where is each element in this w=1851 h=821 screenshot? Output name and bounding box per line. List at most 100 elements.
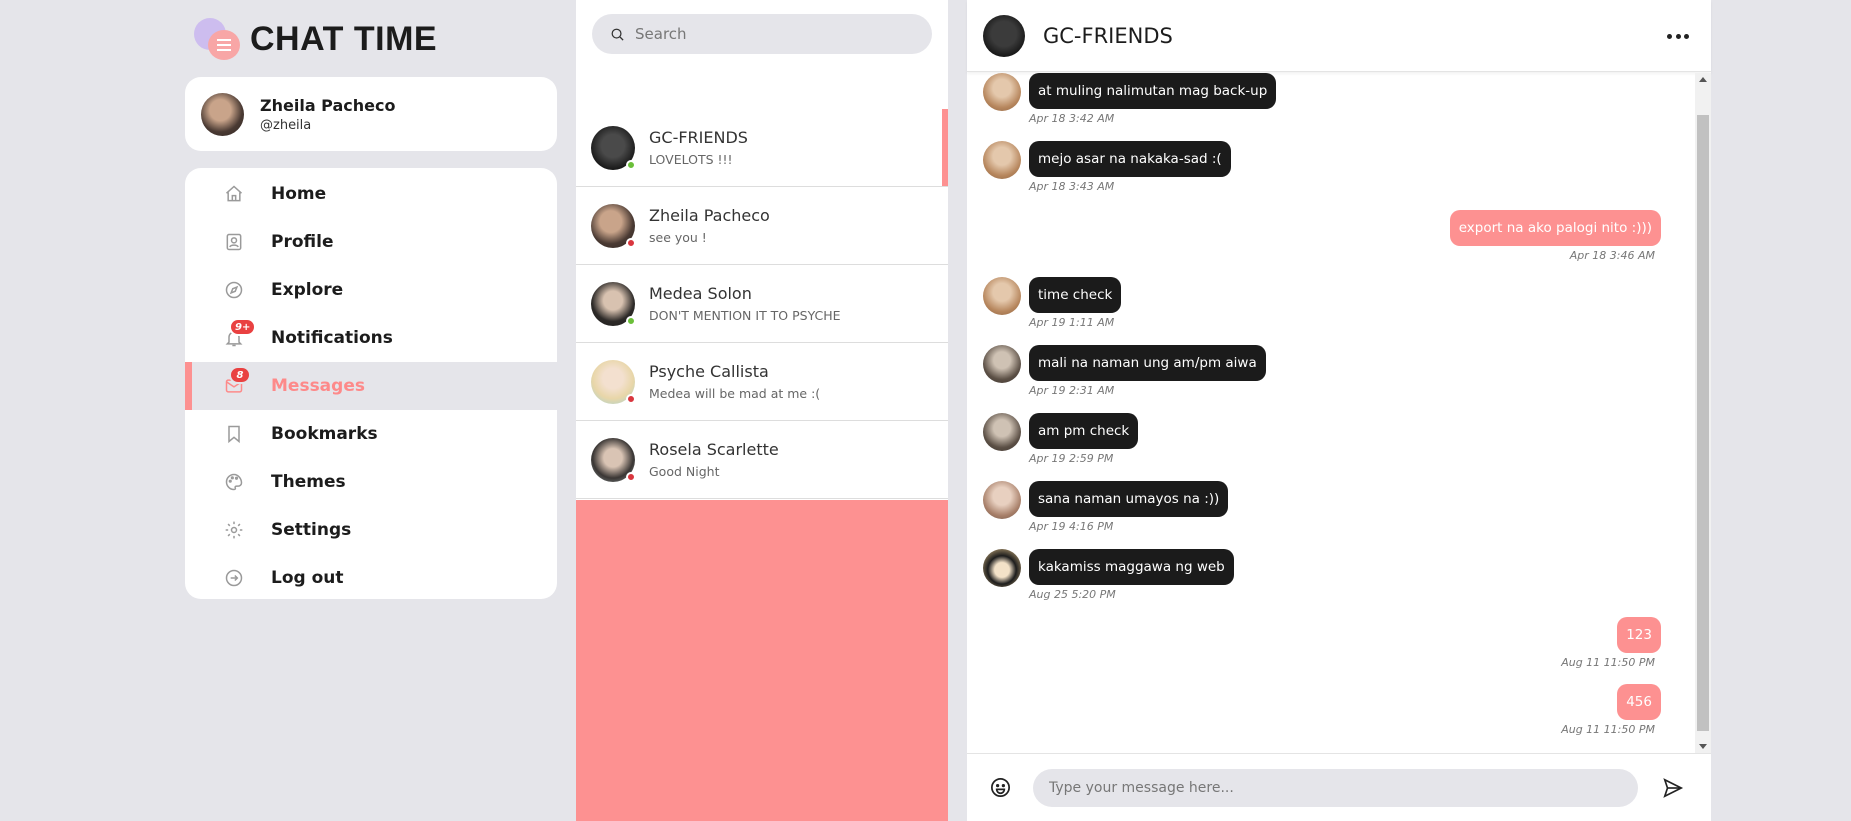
message-time: Aug 11 11:50 PM bbox=[1561, 656, 1655, 669]
sender-avatar bbox=[983, 277, 1021, 315]
conversation-item[interactable]: Medea Solon DON'T MENTION IT TO PSYCHE bbox=[576, 265, 948, 343]
app-title: CHAT TIME bbox=[250, 19, 438, 58]
message: time check Apr 19 1:11 AM bbox=[983, 277, 1122, 329]
nav-item-home[interactable]: Home bbox=[185, 170, 557, 218]
nav-label: Explore bbox=[271, 280, 344, 300]
status-dot bbox=[626, 471, 636, 482]
send-button[interactable] bbox=[1660, 775, 1686, 801]
message: kakamiss maggawa ng web Aug 25 5:20 PM bbox=[983, 549, 1234, 601]
scroll-up-icon[interactable] bbox=[1699, 77, 1707, 82]
palette-icon bbox=[223, 471, 245, 493]
search-bar[interactable] bbox=[592, 14, 932, 54]
conversation-name: Medea Solon bbox=[649, 284, 752, 303]
emoji-icon bbox=[990, 778, 1010, 797]
status-dot bbox=[626, 393, 636, 404]
nav-item-messages[interactable]: 8 Messages bbox=[185, 362, 557, 410]
message-bubble: time check bbox=[1029, 277, 1122, 313]
conversation-panel: GC-FRIENDS LOVELOTS !!! Zheila Pacheco s… bbox=[576, 0, 948, 821]
message-bubble: at muling nalimutan mag back-up bbox=[1029, 73, 1277, 109]
nav-item-explore[interactable]: Explore bbox=[185, 266, 557, 314]
nav-label: Themes bbox=[271, 472, 346, 492]
message-bubble: sana naman umayos na :)) bbox=[1029, 481, 1229, 517]
conversation-avatar bbox=[591, 281, 636, 326]
chat-bubbles-logo-icon bbox=[192, 16, 246, 62]
chat-header: GC-FRIENDS bbox=[967, 0, 1711, 72]
conversation-item[interactable]: GC-FRIENDS LOVELOTS !!! bbox=[576, 109, 948, 187]
message-time: Apr 19 2:31 AM bbox=[1029, 384, 1115, 397]
message-time: Aug 11 11:50 PM bbox=[1561, 723, 1655, 736]
nav-item-notifications[interactable]: 9+ Notifications bbox=[185, 314, 557, 362]
search-icon bbox=[611, 28, 624, 41]
message-bubble: 456 bbox=[1617, 684, 1661, 720]
nav-label: Messages bbox=[271, 376, 365, 396]
user-name: Zheila Pacheco bbox=[260, 95, 396, 115]
message-bubble: kakamiss maggawa ng web bbox=[1029, 549, 1234, 585]
sender-avatar bbox=[983, 141, 1021, 179]
nav-label: Home bbox=[271, 184, 327, 204]
message-time: Apr 18 3:42 AM bbox=[1029, 112, 1115, 125]
nav-item-settings[interactable]: Settings bbox=[185, 506, 557, 554]
message-time: Apr 19 2:59 PM bbox=[1029, 452, 1114, 465]
more-options-icon[interactable] bbox=[1667, 26, 1689, 46]
nav-label: Bookmarks bbox=[271, 424, 378, 444]
send-icon bbox=[1663, 777, 1684, 798]
profile-icon bbox=[223, 231, 245, 253]
conversation-item[interactable]: Zheila Pacheco see you ! bbox=[576, 187, 948, 265]
conversation-preview: see you ! bbox=[649, 230, 707, 245]
conversation-name: Rosela Scarlette bbox=[649, 440, 779, 459]
message-time: Apr 19 1:11 AM bbox=[1029, 316, 1115, 329]
sender-avatar bbox=[983, 481, 1021, 519]
status-dot bbox=[626, 159, 636, 170]
message: mali na naman ung am/pm aiwa Apr 19 2:31… bbox=[983, 345, 1266, 397]
nav-item-logout[interactable]: Log out bbox=[185, 554, 557, 599]
compass-icon bbox=[223, 279, 245, 301]
chat-title: GC-FRIENDS bbox=[1043, 23, 1173, 48]
status-dot bbox=[626, 315, 636, 326]
nav-label: Notifications bbox=[271, 328, 393, 348]
message-own: 123 Aug 11 11:50 PM bbox=[1561, 617, 1661, 669]
conversation-name: GC-FRIENDS bbox=[649, 128, 748, 147]
chat-avatar bbox=[983, 14, 1025, 57]
message-own: export na ako palogi nito :))) Apr 18 3:… bbox=[1449, 210, 1661, 262]
message-bubble: mejo asar na nakaka-sad :( bbox=[1029, 141, 1231, 177]
scrollbar-thumb[interactable] bbox=[1697, 115, 1709, 731]
conversation-item[interactable]: Rosela Scarlette Good Night bbox=[576, 421, 948, 499]
gear-icon bbox=[223, 519, 245, 541]
nav-item-bookmarks[interactable]: Bookmarks bbox=[185, 410, 557, 458]
scroll-down-icon[interactable] bbox=[1699, 744, 1707, 749]
messages-badge: 8 bbox=[229, 366, 251, 384]
message-time: Aug 25 5:20 PM bbox=[1029, 588, 1116, 601]
nav-item-profile[interactable]: Profile bbox=[185, 218, 557, 266]
nav-label: Profile bbox=[271, 232, 334, 252]
message-bubble: export na ako palogi nito :))) bbox=[1449, 210, 1661, 246]
message-own: 456 Aug 11 11:50 PM bbox=[1561, 684, 1661, 736]
user-profile-card[interactable]: Zheila Pacheco @zheila bbox=[185, 77, 557, 151]
sender-avatar bbox=[983, 345, 1021, 383]
sender-avatar bbox=[983, 413, 1021, 451]
message-bubble: am pm check bbox=[1029, 413, 1139, 449]
brand: CHAT TIME bbox=[192, 16, 437, 62]
message-bubble: 123 bbox=[1617, 617, 1661, 653]
nav-item-themes[interactable]: Themes bbox=[185, 458, 557, 506]
conversation-preview: LOVELOTS !!! bbox=[649, 152, 733, 167]
search-input[interactable] bbox=[635, 25, 915, 43]
nav-label: Log out bbox=[271, 568, 344, 588]
status-dot bbox=[626, 237, 636, 248]
message-time: Apr 18 3:46 AM bbox=[1569, 249, 1655, 262]
conversation-avatar bbox=[591, 203, 636, 248]
message-scrollbar[interactable] bbox=[1695, 73, 1711, 753]
home-icon bbox=[223, 183, 245, 205]
chat-panel: GC-FRIENDS at muling nalimutan mag back-… bbox=[967, 0, 1711, 821]
message: sana naman umayos na :)) Apr 19 4:16 PM bbox=[983, 481, 1229, 533]
conversation-list: GC-FRIENDS LOVELOTS !!! Zheila Pacheco s… bbox=[576, 109, 948, 499]
user-avatar bbox=[201, 92, 244, 136]
conversation-preview: Good Night bbox=[649, 464, 720, 479]
conversation-preview: DON'T MENTION IT TO PSYCHE bbox=[649, 308, 841, 323]
emoji-button[interactable] bbox=[987, 775, 1013, 801]
message: at muling nalimutan mag back-up Apr 18 3… bbox=[983, 73, 1277, 125]
notifications-badge: 9+ bbox=[229, 318, 257, 336]
logout-icon bbox=[223, 567, 245, 589]
conversation-item[interactable]: Psyche Callista Medea will be mad at me … bbox=[576, 343, 948, 421]
message-input[interactable] bbox=[1033, 768, 1638, 807]
message-time: Apr 19 4:16 PM bbox=[1029, 520, 1114, 533]
